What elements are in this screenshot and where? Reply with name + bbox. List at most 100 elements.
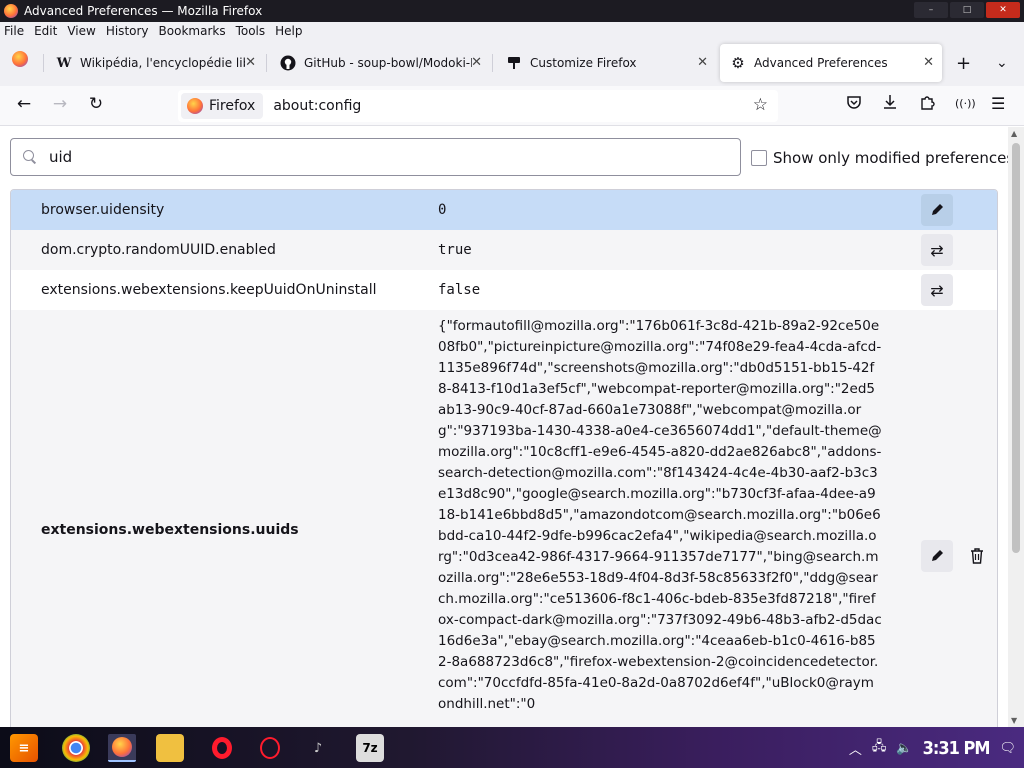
close-tab-icon[interactable]: ✕: [245, 55, 256, 70]
taskbar: ≡ ♪ 7z ︿ 🖧 🔈 3:31 PM 🗨: [0, 727, 1024, 768]
edit-button[interactable]: [921, 194, 953, 226]
page-scrollbar[interactable]: ▲ ▼: [1008, 127, 1024, 727]
start-icon: ≡: [18, 740, 30, 756]
delete-button[interactable]: [961, 540, 993, 572]
close-tab-icon[interactable]: ✕: [923, 55, 934, 70]
7zip-icon[interactable]: 7z: [356, 734, 384, 762]
list-all-tabs-button[interactable]: ⌄: [996, 55, 1008, 71]
scroll-down-icon[interactable]: ▼: [1011, 716, 1017, 725]
clock[interactable]: 3:31 PM: [923, 738, 991, 759]
downloads-icon[interactable]: [882, 94, 898, 114]
extension-icon[interactable]: ((·)): [955, 97, 976, 110]
tab-advanced-preferences[interactable]: ⚙ Advanced Preferences ✕: [720, 44, 942, 82]
edit-button[interactable]: [921, 540, 953, 572]
app-icon[interactable]: ♪: [304, 734, 332, 762]
menu-bookmarks[interactable]: Bookmarks: [159, 24, 226, 38]
network-icon[interactable]: 🖧: [872, 737, 887, 759]
window-titlebar: Advanced Preferences — Mozilla Firefox –…: [0, 0, 1024, 22]
start-button[interactable]: ≡: [10, 734, 38, 762]
new-tab-button[interactable]: +: [956, 53, 971, 74]
pref-value: true: [438, 242, 472, 258]
navigation-toolbar: ← → ↻ Firefox about:config ☆ ((·)) ☰: [0, 86, 1024, 126]
minimize-button[interactable]: –: [914, 2, 948, 18]
toggle-button[interactable]: ⇄: [921, 234, 953, 266]
tab-github[interactable]: GitHub - soup-bowl/Modoki-Fi ✕: [270, 44, 490, 82]
notifications-icon[interactable]: 🗨: [999, 741, 1016, 756]
firefox-taskbar-icon[interactable]: [108, 734, 136, 762]
menu-file[interactable]: File: [4, 24, 24, 38]
checkbox-box[interactable]: [751, 150, 767, 166]
toggle-arrows-icon: ⇄: [930, 280, 944, 300]
pref-name: dom.crypto.randomUUID.enabled: [41, 242, 276, 258]
pref-row[interactable]: extensions.webextensions.uuids {"formaut…: [11, 310, 997, 727]
github-icon: [280, 55, 296, 71]
tab-wikipedia[interactable]: W Wikipédia, l'encyclopédie libre ✕: [46, 44, 264, 82]
gear-icon: ⚙: [731, 54, 745, 72]
about-config-page: Show only modified preferences browser.u…: [0, 127, 1024, 727]
pref-name: extensions.webextensions.keepUuidOnUnins…: [41, 282, 377, 298]
opera-icon[interactable]: [208, 734, 236, 762]
toggle-arrows-icon: ⇄: [930, 240, 944, 260]
search-box[interactable]: [10, 138, 741, 176]
tab-strip: W Wikipédia, l'encyclopédie libre ✕ GitH…: [0, 40, 1024, 86]
url-bar[interactable]: Firefox about:config ☆: [178, 90, 778, 122]
back-button[interactable]: ←: [12, 94, 36, 114]
tab-label: Customize Firefox: [530, 56, 637, 70]
pref-row[interactable]: browser.uidensity 0: [11, 190, 997, 230]
app-menu-icon[interactable]: ☰: [991, 94, 1005, 113]
close-window-button[interactable]: ✕: [986, 2, 1020, 18]
firefox-view-icon: [12, 51, 28, 67]
toggle-button[interactable]: ⇄: [921, 274, 953, 306]
chrome-icon[interactable]: [62, 734, 90, 762]
tab-divider: [266, 54, 267, 72]
url-text[interactable]: about:config: [273, 98, 361, 114]
pocket-icon[interactable]: [846, 94, 862, 114]
trash-icon: [971, 548, 983, 564]
menu-bar: File Edit View History Bookmarks Tools H…: [0, 22, 1024, 40]
file-explorer-icon[interactable]: [156, 734, 184, 762]
menu-tools[interactable]: Tools: [236, 24, 266, 38]
pencil-icon: [932, 204, 943, 215]
identity-label: Firefox: [209, 98, 256, 114]
tab-customize-firefox[interactable]: Customize Firefox ✕: [496, 44, 716, 82]
pencil-icon: [932, 550, 943, 561]
show-modified-checkbox[interactable]: Show only modified preferences: [751, 149, 1014, 167]
opera-gx-logo-icon: [260, 737, 280, 759]
firefox-view-button[interactable]: [8, 51, 32, 72]
pref-row[interactable]: extensions.webextensions.keepUuidOnUnins…: [11, 270, 997, 310]
tab-divider: [492, 54, 493, 72]
search-input[interactable]: [49, 148, 709, 166]
tab-label: Wikipédia, l'encyclopédie libre: [80, 56, 245, 70]
menu-help[interactable]: Help: [275, 24, 302, 38]
maximize-button[interactable]: □: [950, 2, 984, 18]
tab-label: GitHub - soup-bowl/Modoki-Fi: [304, 56, 472, 70]
extensions-puzzle-icon[interactable]: [919, 94, 935, 114]
pref-value-container: {"formautofill@mozilla.org":"176b061f-3c…: [438, 310, 898, 727]
pref-value: false: [438, 282, 481, 298]
preferences-table: browser.uidensity 0 dom.crypto.randomUUI…: [10, 189, 998, 727]
menu-view[interactable]: View: [67, 24, 95, 38]
wikipedia-icon: W: [56, 55, 72, 71]
identity-box[interactable]: Firefox: [181, 93, 264, 119]
firefox-logo-icon: [4, 4, 18, 18]
tray-overflow-icon[interactable]: ︿: [849, 739, 862, 758]
reload-button[interactable]: ↻: [84, 94, 108, 114]
volume-icon[interactable]: 🔈: [896, 741, 912, 756]
close-tab-icon[interactable]: ✕: [697, 55, 708, 70]
opera-gx-icon[interactable]: [256, 734, 284, 762]
firefox-logo-icon: [187, 98, 203, 114]
bookmark-star-icon[interactable]: ☆: [753, 95, 768, 115]
close-tab-icon[interactable]: ✕: [471, 55, 482, 70]
forward-button[interactable]: →: [48, 94, 72, 114]
menu-edit[interactable]: Edit: [34, 24, 57, 38]
tab-divider: [43, 54, 44, 72]
tab-label: Advanced Preferences: [754, 56, 888, 70]
pref-row[interactable]: dom.crypto.randomUUID.enabled true ⇄: [11, 230, 997, 270]
scroll-up-icon[interactable]: ▲: [1011, 129, 1017, 138]
search-icon: [23, 150, 37, 164]
show-modified-label: Show only modified preferences: [773, 149, 1015, 167]
opera-logo-icon: [212, 737, 232, 759]
firefox-logo-icon: [112, 737, 132, 757]
menu-history[interactable]: History: [106, 24, 149, 38]
scrollbar-thumb[interactable]: [1012, 143, 1020, 553]
